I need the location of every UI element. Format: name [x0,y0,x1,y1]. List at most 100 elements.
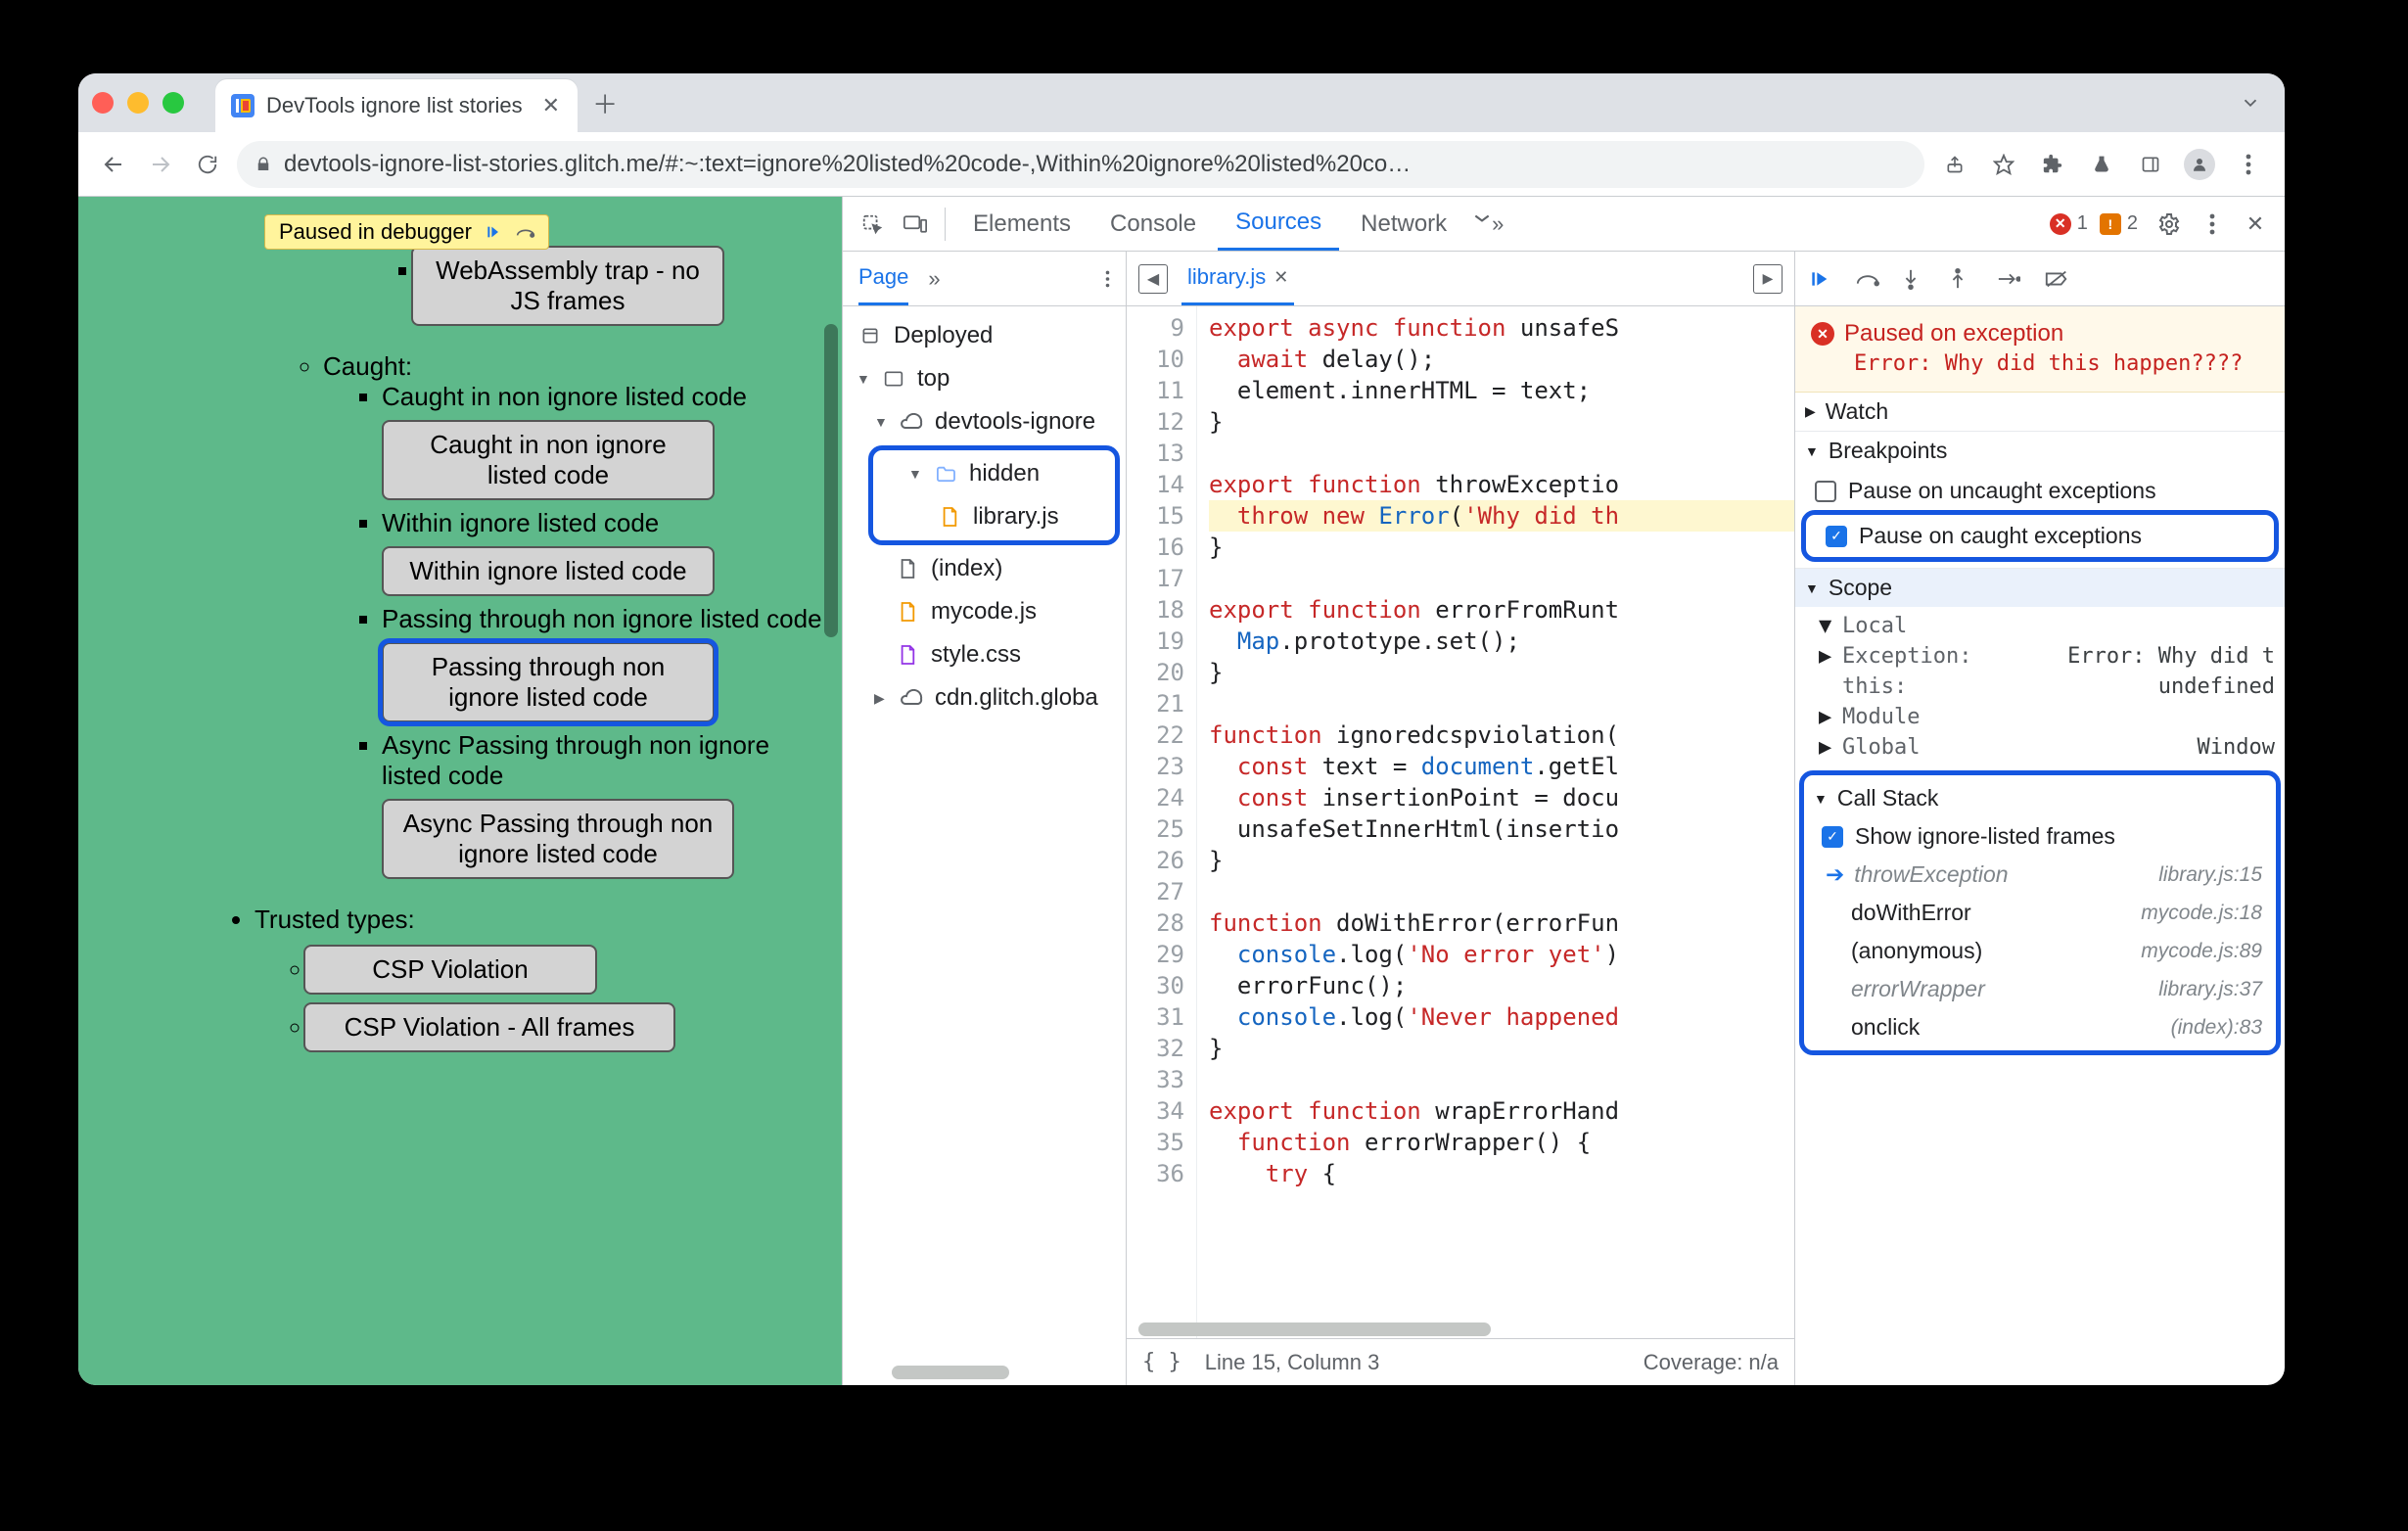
step-over-button[interactable] [1856,270,1885,288]
close-window-button[interactable] [92,92,114,114]
tree-top[interactable]: ▼ top [843,357,1126,400]
step-into-button[interactable] [1903,268,1932,290]
breakpoints-section[interactable]: ▼ Breakpoints [1795,431,2285,470]
step-button[interactable] [1997,271,2026,287]
pretty-print-icon[interactable]: { } [1142,1350,1181,1374]
step-out-button[interactable] [1950,268,1979,290]
tab-overflow-button[interactable] [2230,86,2271,119]
page-button[interactable]: Within ignore listed code [382,546,715,596]
bp-caught[interactable]: ✓ Pause on caught exceptions [1806,519,2274,553]
back-button[interactable] [96,147,131,182]
callstack-frame[interactable]: errorWrapperlibrary.js:37 [1804,970,2276,1008]
close-tab-button[interactable]: ✕ [542,93,560,118]
more-tabs-icon[interactable]: » [1468,211,1507,237]
tree-style[interactable]: style.css [843,633,1126,676]
editor-file-tab[interactable]: library.js ✕ [1181,252,1294,305]
tree-deployed[interactable]: Deployed [843,314,1126,357]
page-button[interactable]: Caught in non ignore listed code [382,420,715,500]
inspect-icon[interactable] [853,213,892,235]
page-button[interactable]: WebAssembly trap - no JS frames [411,246,724,326]
checkbox-icon[interactable] [1815,481,1836,502]
resume-icon[interactable] [480,221,505,243]
step-over-icon[interactable] [513,221,538,243]
callstack-frame[interactable]: (anonymous)mycode.js:89 [1804,932,2276,970]
page-button[interactable]: CSP Violation - All frames [303,1002,675,1052]
navigator-menu-icon[interactable] [1105,270,1110,288]
page-scrollbar[interactable] [824,324,838,637]
scope-row[interactable]: this:undefined [1795,672,2285,702]
settings-icon[interactable] [2150,212,2189,236]
chrome-menu-button[interactable] [2230,146,2267,183]
profile-button[interactable] [2181,146,2218,183]
more-navigators-icon[interactable]: » [928,266,940,292]
bookmark-button[interactable] [1985,146,2022,183]
checkbox-icon[interactable]: ✓ [1826,526,1847,547]
code-lines: export async function unsafeS await dela… [1197,306,1794,1338]
minimize-window-button[interactable] [127,92,149,114]
warning-badge[interactable]: ! 2 [2100,212,2138,235]
deployed-icon [857,326,884,346]
scope-row[interactable]: ▶Module [1795,702,2285,732]
breakpoints-toggle-button[interactable] [2044,269,2073,289]
share-button[interactable] [1936,146,1973,183]
scope-section[interactable]: ▼ Scope [1795,568,2285,607]
callstack-frame[interactable]: onclick(index):83 [1804,1008,2276,1046]
forward-button[interactable] [143,147,178,182]
tree-mycode[interactable]: mycode.js [843,590,1126,633]
watch-section[interactable]: ▶ Watch [1795,393,2285,431]
tree-library-js[interactable]: library.js [879,495,1109,538]
tree-hidden-folder[interactable]: ▼ hidden [879,452,1109,495]
error-badge[interactable]: ✕ 1 [2050,212,2088,235]
navigator-scrollbar[interactable] [892,1366,1009,1379]
tree-index[interactable]: (index) [843,547,1126,590]
page-content: WebAssembly trap - no JS frames Caught: … [108,216,822,1060]
line-gutter: 9101112131415161718192021222324252627282… [1127,306,1197,1338]
tab-elements[interactable]: Elements [955,197,1088,251]
tree-origin[interactable]: ▼ devtools-ignore [843,400,1126,443]
navigator-tab-page[interactable]: Page [858,252,908,305]
callstack-frame[interactable]: doWithErrormycode.js:18 [1804,894,2276,932]
new-tab-button[interactable]: ＋ [587,85,623,120]
close-file-icon[interactable]: ✕ [1273,267,1288,288]
cloud-icon [898,413,925,431]
run-snippet-icon[interactable]: ▶ [1753,264,1783,294]
checkbox-icon[interactable]: ✓ [1822,826,1843,848]
devtools-body: Page » Deployed [843,252,2285,1385]
tab-console[interactable]: Console [1092,197,1214,251]
close-devtools-icon[interactable]: ✕ [2236,211,2275,237]
page-button[interactable]: CSP Violation [303,945,597,995]
callstack-highlight: ▼ Call Stack ✓ Show ignore-listed frames… [1799,770,2281,1055]
cursor-position: Line 15, Column 3 [1205,1350,1380,1375]
side-panel-button[interactable] [2132,146,2169,183]
address-bar[interactable]: devtools-ignore-list-stories.glitch.me/#… [237,141,1924,188]
tab-strip: DevTools ignore list stories ✕ ＋ [78,73,2285,132]
resume-button[interactable] [1809,269,1838,289]
reload-button[interactable] [190,147,225,182]
editor-scrollbar[interactable] [1138,1322,1491,1336]
tree-cdn[interactable]: ▶ cdn.glitch.globa [843,676,1126,719]
tab-network[interactable]: Network [1343,197,1464,251]
maximize-window-button[interactable] [162,92,184,114]
devtools-menu-icon[interactable] [2193,213,2232,235]
code-editor[interactable]: 9101112131415161718192021222324252627282… [1127,306,1794,1338]
page-button[interactable]: Async Passing through non ignore listed … [382,799,734,879]
editor-tabs: ◀ library.js ✕ ▶ [1127,252,1794,306]
browser-tab[interactable]: DevTools ignore list stories ✕ [215,79,578,132]
editor-column: ◀ library.js ✕ ▶ 91011121314151617181920… [1127,252,1795,1385]
nav-prev-icon[interactable]: ◀ [1138,264,1168,294]
labs-button[interactable] [2083,146,2120,183]
callstack-frame[interactable]: ➔throwExceptionlibrary.js:15 [1804,856,2276,894]
page-button-highlight[interactable]: Passing through non ignore listed code [382,642,715,722]
bp-uncaught[interactable]: Pause on uncaught exceptions [1795,474,2285,508]
tab-sources[interactable]: Sources [1218,197,1339,251]
warning-icon: ! [2100,213,2121,235]
scope-row[interactable]: ▶Exception:Error: Why did t [1795,641,2285,672]
device-toggle-icon[interactable] [896,214,935,234]
scope-row[interactable]: ▶GlobalWindow [1795,732,2285,763]
scope-row[interactable]: ▼Local [1795,611,2285,641]
extensions-button[interactable] [2034,146,2071,183]
callstack-section[interactable]: ▼ Call Stack [1804,779,2276,817]
show-ignored-toggle[interactable]: ✓ Show ignore-listed frames [1804,817,2276,856]
file-tree: Deployed ▼ top ▼ [843,306,1126,727]
bp-caught-highlight: ✓ Pause on caught exceptions [1801,510,2279,562]
